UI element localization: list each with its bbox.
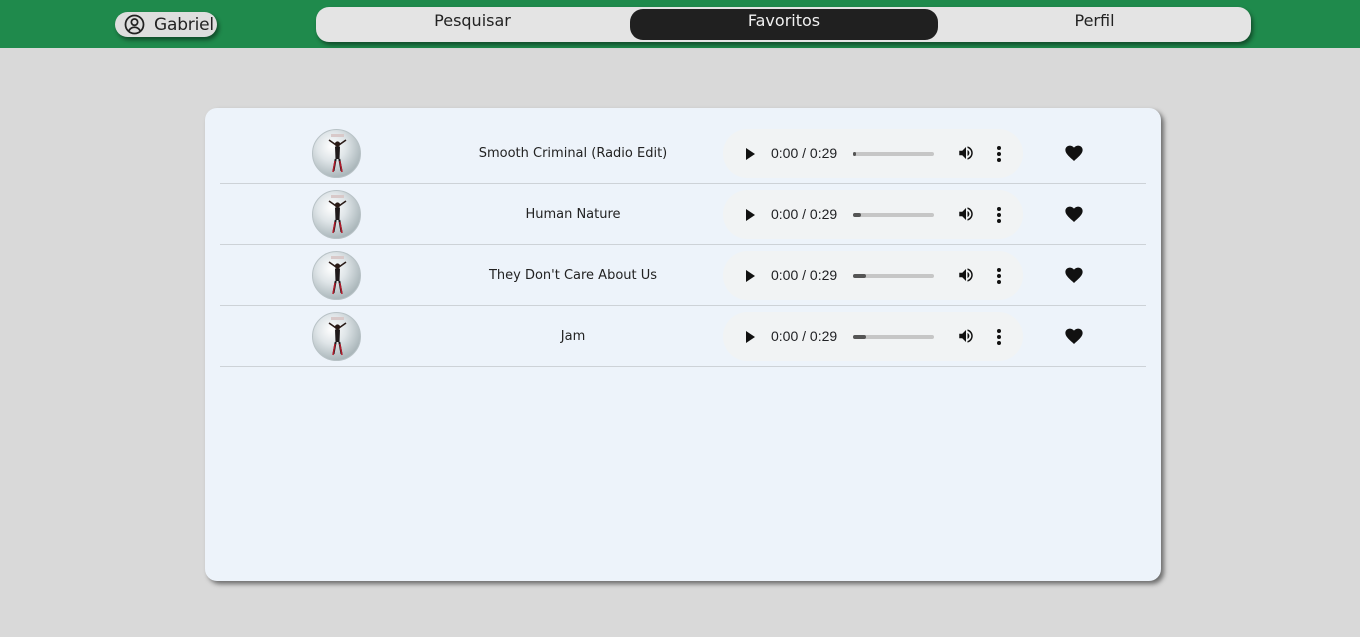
top-bar: Gabriel Pesquisar Favoritos Perfil [0,0,1360,48]
user-chip[interactable]: Gabriel [115,12,217,37]
buffered-progress [853,274,866,278]
volume-icon[interactable] [957,327,975,345]
audio-player[interactable]: 0:00 / 0:29 [723,312,1023,361]
volume-icon[interactable] [957,144,975,162]
play-icon[interactable] [742,268,758,284]
main-nav: Pesquisar Favoritos Perfil [316,7,1251,42]
track-row: Human Nature 0:00 / 0:29 [220,184,1146,245]
buffered-progress [853,152,857,156]
more-options-icon[interactable] [991,206,1007,224]
buffered-progress [853,335,866,339]
track-row: Jam 0:00 / 0:29 [220,306,1146,367]
play-icon[interactable] [742,329,758,345]
play-icon[interactable] [742,207,758,223]
audio-player[interactable]: 0:00 / 0:29 [723,251,1023,300]
seek-bar[interactable] [853,213,934,217]
more-options-icon[interactable] [991,328,1007,346]
favorites-panel: Smooth Criminal (Radio Edit) 0:00 / 0:29 [205,108,1161,581]
more-options-icon[interactable] [991,267,1007,285]
time-display: 0:00 / 0:29 [771,328,838,344]
seek-bar[interactable] [853,335,934,339]
audio-player[interactable]: 0:00 / 0:29 [723,129,1023,178]
buffered-progress [853,213,862,217]
volume-icon[interactable] [957,205,975,223]
track-title: Human Nature [525,207,621,222]
heart-icon[interactable] [1065,145,1083,162]
album-cover [312,129,361,178]
time-display: 0:00 / 0:29 [771,267,838,283]
time-display: 0:00 / 0:29 [771,145,838,161]
more-options-icon[interactable] [991,145,1007,163]
seek-bar[interactable] [853,274,934,278]
track-row: Smooth Criminal (Radio Edit) 0:00 / 0:29 [220,123,1146,184]
tab-pesquisar[interactable]: Pesquisar [316,7,629,42]
track-title: Jam [560,329,586,344]
track-row: They Don't Care About Us 0:00 / 0:29 [220,245,1146,306]
tab-perfil[interactable]: Perfil [938,7,1251,42]
volume-icon[interactable] [957,266,975,284]
audio-player[interactable]: 0:00 / 0:29 [723,190,1023,239]
album-cover [312,312,361,361]
heart-icon[interactable] [1065,267,1083,284]
user-circle-icon [124,14,145,35]
album-cover [312,251,361,300]
heart-icon[interactable] [1065,328,1083,345]
user-name: Gabriel [154,14,214,35]
track-title: They Don't Care About Us [488,268,658,283]
favorites-list: Smooth Criminal (Radio Edit) 0:00 / 0:29 [220,123,1146,367]
heart-icon[interactable] [1065,206,1083,223]
play-icon[interactable] [742,146,758,162]
seek-bar[interactable] [853,152,934,156]
time-display: 0:00 / 0:29 [771,206,838,222]
tab-favoritos[interactable]: Favoritos [630,9,938,40]
track-title: Smooth Criminal (Radio Edit) [478,146,668,161]
album-cover [312,190,361,239]
